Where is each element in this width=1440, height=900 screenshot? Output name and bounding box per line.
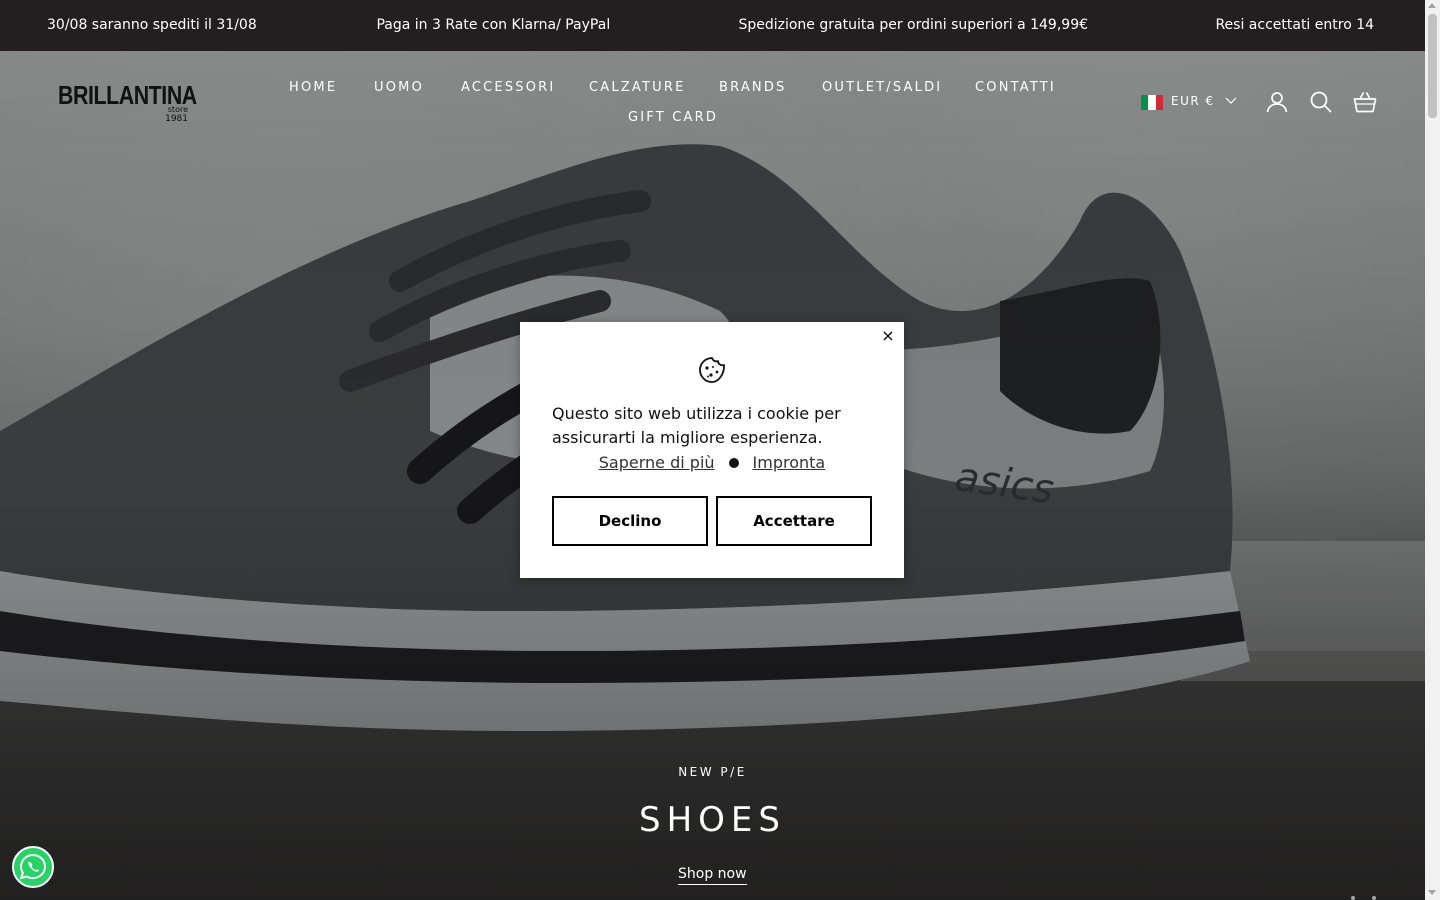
accept-button[interactable]: Accettare bbox=[716, 496, 872, 546]
learn-more-link[interactable]: Saperne di più bbox=[599, 453, 715, 472]
italy-flag-icon bbox=[1141, 95, 1163, 110]
cookie-message: Questo sito web utilizza i cookie per as… bbox=[552, 404, 841, 447]
announcement-item: ⁣ Resi accettati entro 14 bbox=[1211, 17, 1375, 33]
scrollbar-thumb[interactable] bbox=[1428, 14, 1437, 118]
nav-outlet-saldi[interactable]: OUTLET/SALDI bbox=[822, 80, 942, 95]
currency-label: EUR € bbox=[1171, 94, 1215, 108]
page-scrollbar[interactable] bbox=[1425, 0, 1440, 900]
separator-dot bbox=[728, 457, 739, 468]
announcement-track: 30/08 saranno spediti il 31/08 ⁣ Paga in… bbox=[0, 0, 1377, 51]
scroll-up-arrow-icon[interactable] bbox=[1428, 3, 1436, 8]
chevron-down-icon bbox=[1225, 97, 1237, 104]
logo-subtitle: store bbox=[167, 105, 188, 114]
hero-title: SHOES bbox=[639, 800, 786, 840]
scroll-down-arrow-icon[interactable] bbox=[1428, 890, 1436, 895]
imprint-link[interactable]: Impronta bbox=[753, 453, 826, 472]
nav-uomo[interactable]: UOMO bbox=[374, 80, 424, 95]
nav-brands[interactable]: BRANDS bbox=[719, 80, 787, 95]
slide-indicator[interactable] bbox=[1346, 894, 1386, 900]
logo-year: 1981 bbox=[165, 114, 188, 124]
whatsapp-icon[interactable] bbox=[12, 846, 54, 888]
decline-button[interactable]: Declino bbox=[552, 496, 708, 546]
announcement-item: 30/08 saranno spediti il 31/08 bbox=[47, 17, 257, 33]
cookie-links: Saperne di più Impronta bbox=[520, 453, 904, 472]
cart-icon[interactable] bbox=[1353, 90, 1377, 114]
announcement-item: ⁣ Spedizione gratuita per ordini superio… bbox=[734, 17, 1089, 33]
cookie-icon bbox=[699, 357, 725, 383]
shop-now-link[interactable]: Shop now bbox=[678, 866, 747, 885]
nav-gift-card[interactable]: GIFT CARD bbox=[628, 110, 718, 125]
nav-calzature[interactable]: CALZATURE bbox=[589, 80, 686, 95]
nav-home[interactable]: HOME bbox=[289, 80, 337, 95]
nav-accessori[interactable]: ACCESSORI bbox=[461, 80, 555, 95]
main-nav: HOME UOMO ACCESSORI CALZATURE BRANDS OUT… bbox=[270, 76, 1070, 136]
close-button[interactable]: × bbox=[880, 326, 896, 345]
nav-contatti[interactable]: CONTATTI bbox=[975, 80, 1056, 95]
hero-eyebrow: NEW P/E bbox=[678, 765, 747, 779]
brand-logo[interactable]: BRILLANTINA store 1981 bbox=[58, 80, 197, 126]
account-icon[interactable] bbox=[1265, 90, 1289, 114]
announcement-bar: 30/08 saranno spediti il 31/08 ⁣ Paga in… bbox=[0, 0, 1425, 51]
cookie-consent-dialog: × Questo sito web utilizza i cookie per … bbox=[520, 322, 904, 578]
announcement-item: ⁣ Paga in 3 Rate con Klarna/ PayPal bbox=[372, 17, 611, 33]
search-icon[interactable] bbox=[1309, 90, 1333, 114]
